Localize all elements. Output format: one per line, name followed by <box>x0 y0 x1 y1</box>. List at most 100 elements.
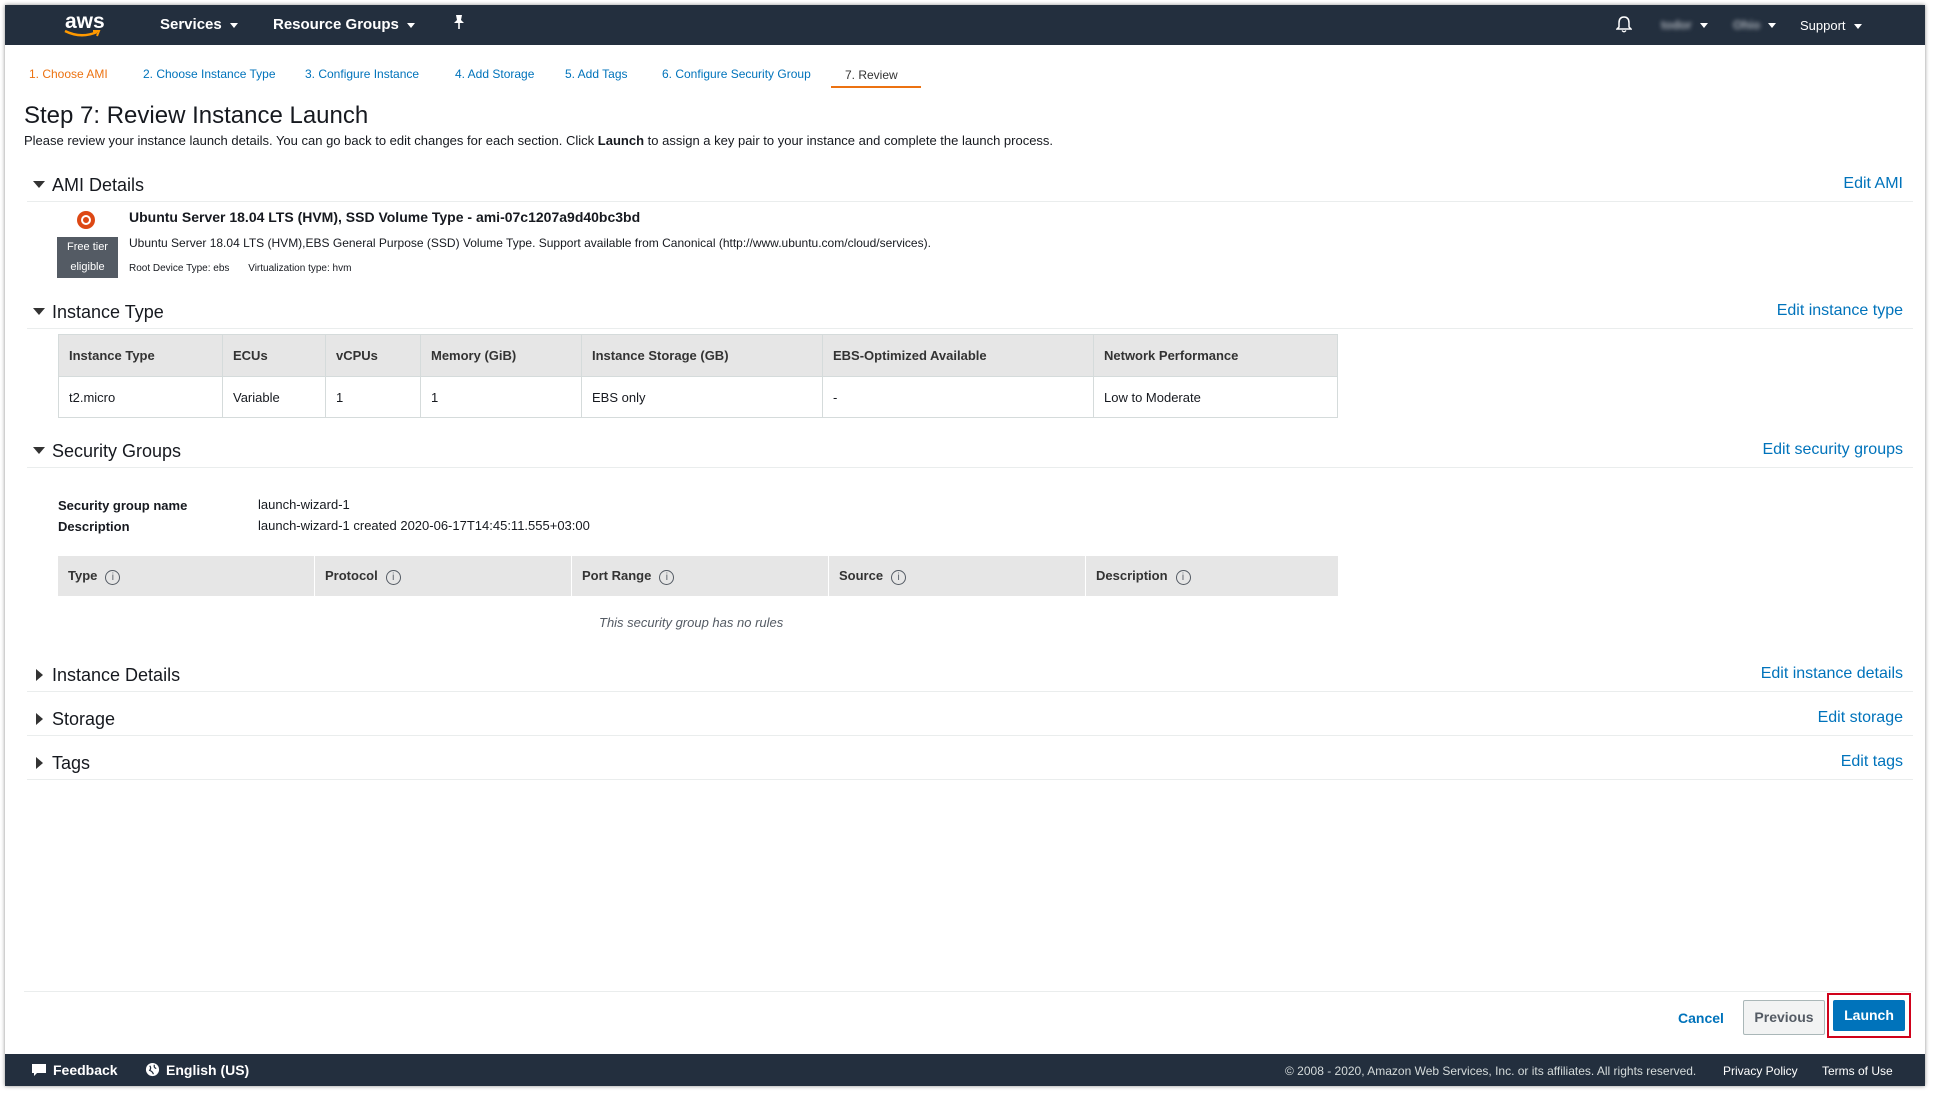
security-rules-table: Type i Protocol i Port Range i Source i Desc… <box>58 556 1338 596</box>
services-label: Services <box>160 16 222 33</box>
section-title[interactable]: Storage <box>52 709 115 730</box>
speech-bubble-icon <box>32 1064 46 1076</box>
tab-review[interactable]: 7. Review <box>845 68 898 82</box>
region-menu[interactable]: Ohio <box>1733 18 1777 32</box>
tab-configure-instance[interactable]: 3. Configure Instance <box>305 67 419 81</box>
column-header: Memory (GiB) <box>420 334 582 377</box>
table-row: t2.micro Variable 1 1 EBS only - Low to … <box>58 376 1338 418</box>
column-header: ECUs <box>222 334 326 377</box>
column-header: Instance Type <box>58 334 223 377</box>
ami-meta: Root Device Type: ebs Virtualization typ… <box>129 263 367 274</box>
section-title[interactable]: Security Groups <box>52 441 181 462</box>
account-name: todor <box>1661 18 1692 32</box>
region-name: Ohio <box>1733 18 1761 32</box>
top-nav-bar: aws Services Resource Groups todor Ohio … <box>5 5 1925 45</box>
section-instance-type: Instance Type Edit instance type <box>27 300 1913 329</box>
sg-name-value: launch-wizard-1 <box>258 497 350 512</box>
column-header: Network Performance <box>1093 334 1338 377</box>
collapse-arrow-icon[interactable] <box>33 181 45 188</box>
section-title[interactable]: Instance Details <box>52 665 180 686</box>
info-icon[interactable]: i <box>105 569 121 585</box>
column-header-label: Source <box>839 567 884 583</box>
ami-title: Ubuntu Server 18.04 LTS (HVM), SSD Volum… <box>129 209 641 225</box>
sg-description-value: launch-wizard-1 created 2020-06-17T14:45… <box>258 518 590 533</box>
expand-arrow-icon[interactable] <box>36 713 43 725</box>
sg-description-label: Description <box>58 519 130 534</box>
column-header-label: Description <box>1096 567 1168 583</box>
edit-instance-type-link[interactable]: Edit instance type <box>1777 302 1903 320</box>
intro-text: Please review your instance launch detai… <box>24 133 598 148</box>
collapse-arrow-icon[interactable] <box>33 308 45 315</box>
feedback-label: Feedback <box>53 1062 118 1078</box>
services-menu[interactable]: Services <box>160 16 238 33</box>
privacy-policy-link[interactable]: Privacy Policy <box>1723 1064 1798 1078</box>
section-instance-details: Instance Details Edit instance details <box>27 663 1913 692</box>
section-tags: Tags Edit tags <box>27 751 1913 780</box>
column-header-label: Port Range <box>582 567 652 583</box>
collapse-arrow-icon[interactable] <box>33 447 45 454</box>
tab-choose-instance-type[interactable]: 2. Choose Instance Type <box>143 67 276 81</box>
tab-choose-ami[interactable]: 1. Choose AMI <box>29 67 108 81</box>
console-window: aws Services Resource Groups todor Ohio … <box>5 5 1925 1086</box>
cancel-button[interactable]: Cancel <box>1678 1010 1724 1026</box>
section-title[interactable]: Instance Type <box>52 302 164 323</box>
table-cell: t2.micro <box>58 376 223 418</box>
resource-groups-menu[interactable]: Resource Groups <box>273 16 415 33</box>
column-header-label: Protocol <box>325 567 378 583</box>
table-cell: - <box>822 376 1094 418</box>
empty-rules-message: This security group has no rules <box>599 615 784 630</box>
column-header: Source i <box>828 556 1086 596</box>
tab-add-tags[interactable]: 5. Add Tags <box>565 67 628 81</box>
info-icon[interactable]: i <box>659 569 675 585</box>
free-tier-line1: Free tier <box>67 241 108 253</box>
footer-bar: Feedback English (US) © 2008 - 2020, Ama… <box>5 1054 1925 1086</box>
tab-configure-security-group[interactable]: 6. Configure Security Group <box>662 67 811 81</box>
globe-icon <box>145 1062 160 1077</box>
tab-add-storage[interactable]: 4. Add Storage <box>455 67 534 81</box>
instance-type-table: Instance Type ECUs vCPUs Memory (GiB) In… <box>58 334 1338 418</box>
aws-logo[interactable]: aws <box>57 9 107 41</box>
expand-arrow-icon[interactable] <box>36 669 43 681</box>
chevron-down-icon <box>229 22 238 28</box>
edit-security-groups-link[interactable]: Edit security groups <box>1762 441 1903 459</box>
table-header-row: Type i Protocol i Port Range i Source i Desc… <box>58 556 1338 596</box>
info-icon[interactable]: i <box>385 569 401 585</box>
launch-button[interactable]: Launch <box>1833 1000 1905 1031</box>
edit-tags-link[interactable]: Edit tags <box>1841 753 1903 771</box>
table-cell: 1 <box>420 376 582 418</box>
ubuntu-icon <box>77 211 95 229</box>
support-label: Support <box>1800 18 1846 33</box>
edit-storage-link[interactable]: Edit storage <box>1818 709 1903 727</box>
language-selector[interactable]: English (US) <box>145 1062 249 1078</box>
expand-arrow-icon[interactable] <box>36 757 43 769</box>
section-title[interactable]: AMI Details <box>52 175 144 196</box>
column-header: Port Range i <box>571 556 829 596</box>
support-menu[interactable]: Support <box>1800 18 1862 33</box>
column-header: Type i <box>58 556 315 596</box>
active-tab-underline <box>831 86 921 88</box>
column-header: Instance Storage (GB) <box>581 334 823 377</box>
bell-icon[interactable] <box>1615 15 1633 37</box>
info-icon[interactable]: i <box>891 569 907 585</box>
ami-description: Ubuntu Server 18.04 LTS (HVM),EBS Genera… <box>129 236 931 250</box>
virtualization-type: Virtualization type: hvm <box>248 263 352 274</box>
pin-icon[interactable] <box>452 14 466 34</box>
section-title[interactable]: Tags <box>52 753 90 774</box>
column-header-label: Type <box>68 567 98 583</box>
chevron-down-icon <box>1699 23 1708 29</box>
section-ami-details: AMI Details Edit AMI <box>27 173 1913 202</box>
smile-icon <box>64 29 101 37</box>
column-header: Description i <box>1085 556 1338 596</box>
table-cell: Variable <box>222 376 326 418</box>
column-header: vCPUs <box>325 334 421 377</box>
language-label: English (US) <box>166 1062 250 1078</box>
terms-of-use-link[interactable]: Terms of Use <box>1822 1064 1893 1078</box>
info-icon[interactable]: i <box>1175 569 1191 585</box>
edit-instance-details-link[interactable]: Edit instance details <box>1761 665 1903 683</box>
sg-name-label: Security group name <box>58 498 188 513</box>
previous-button[interactable]: Previous <box>1743 1000 1825 1035</box>
edit-ami-link[interactable]: Edit AMI <box>1843 175 1903 193</box>
chevron-down-icon <box>1853 24 1862 30</box>
feedback-link[interactable]: Feedback <box>31 1062 118 1078</box>
account-menu[interactable]: todor <box>1661 18 1708 32</box>
